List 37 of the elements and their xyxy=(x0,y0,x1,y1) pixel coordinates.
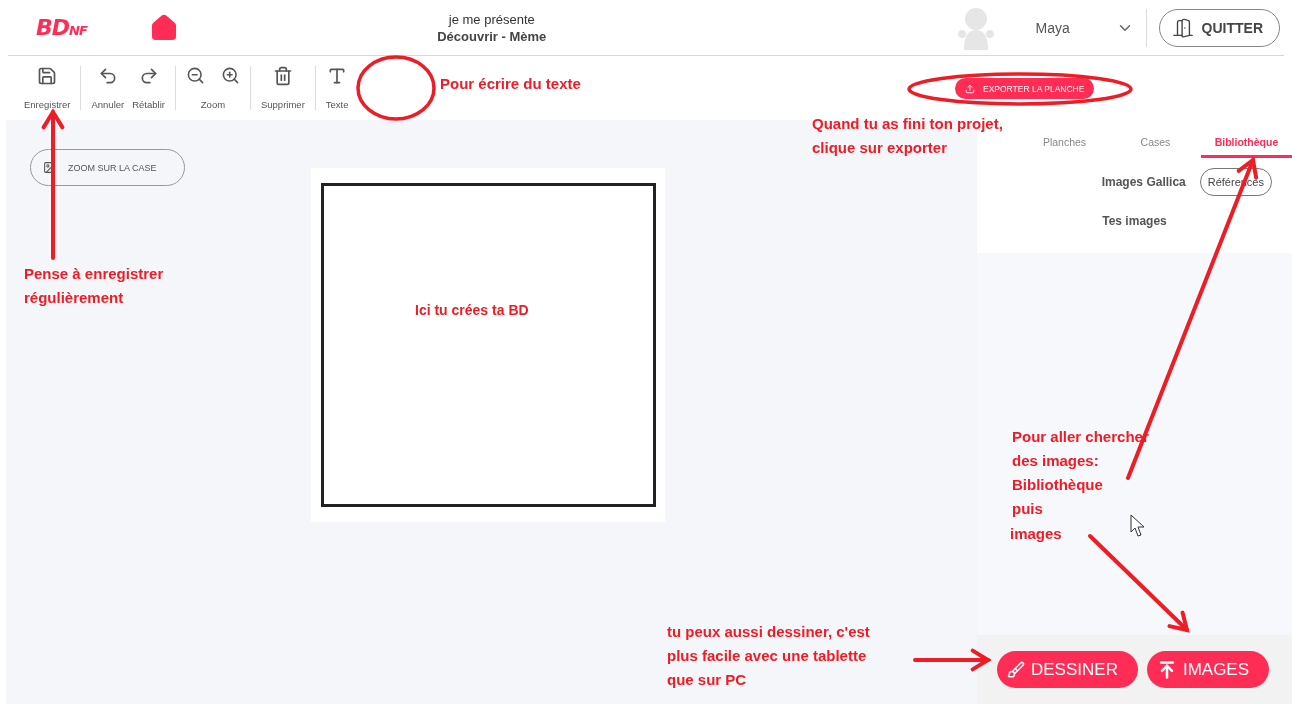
quit-button[interactable]: QUITTER xyxy=(1158,8,1280,47)
toolbar-button[interactable]: Rétablir xyxy=(130,66,167,110)
undo-icon xyxy=(97,66,118,86)
images-button[interactable]: IMAGES xyxy=(1146,651,1270,688)
toolbar-button[interactable]: Annuler xyxy=(89,66,127,110)
own-images-label[interactable]: Tes images xyxy=(1102,214,1167,228)
upload-icon xyxy=(965,83,975,94)
annotation-text: tu peux aussi dessiner, c'est plus facile avec une tablette que sur PC xyxy=(667,622,870,690)
zoom-out-icon[interactable] xyxy=(185,66,205,85)
draw-button[interactable]: DESSINER xyxy=(997,651,1138,688)
brush-icon xyxy=(1007,660,1025,679)
home-icon[interactable] xyxy=(150,13,178,42)
toolbar-button[interactable]: Texte xyxy=(323,66,351,110)
user-name[interactable]: Maya xyxy=(1035,19,1116,36)
save-icon xyxy=(37,66,58,86)
trash-icon xyxy=(272,66,293,86)
export-button[interactable]: EXPORTER LA PLANCHE xyxy=(955,78,1095,99)
mouse-cursor-icon xyxy=(1130,514,1145,537)
avatar-silhouette xyxy=(955,5,996,50)
text-icon xyxy=(327,66,348,86)
annotation-text: Pour écrire du texte xyxy=(440,74,581,94)
project-title: je me présente xyxy=(448,10,535,28)
annotation-text: Pense à enregistrer régulièrement xyxy=(24,264,164,308)
annotation-text: Quand tu as fini ton projet, clique sur exporter xyxy=(812,114,1003,158)
panel-tab[interactable]: Cases xyxy=(1110,128,1201,158)
panel-tab[interactable]: Planches xyxy=(1019,128,1110,158)
toolbar-button[interactable]: Enregistrer xyxy=(22,66,73,110)
gallica-label[interactable]: Images Gallica xyxy=(1101,175,1186,189)
zoom-in-icon[interactable] xyxy=(220,66,240,85)
zoom-tool[interactable]: Zoom xyxy=(183,66,242,110)
project-subtitle: Découvrir - Mème xyxy=(437,27,547,45)
panel-tab[interactable]: Bibliothèque xyxy=(1201,128,1292,158)
door-icon xyxy=(1171,16,1194,39)
annotation-text: Ici tu crées ta BD xyxy=(415,301,529,320)
annotation-text: images xyxy=(1010,524,1062,544)
toolbar-button[interactable]: Supprimer xyxy=(258,66,307,110)
logo[interactable]: BDNF xyxy=(36,15,98,40)
